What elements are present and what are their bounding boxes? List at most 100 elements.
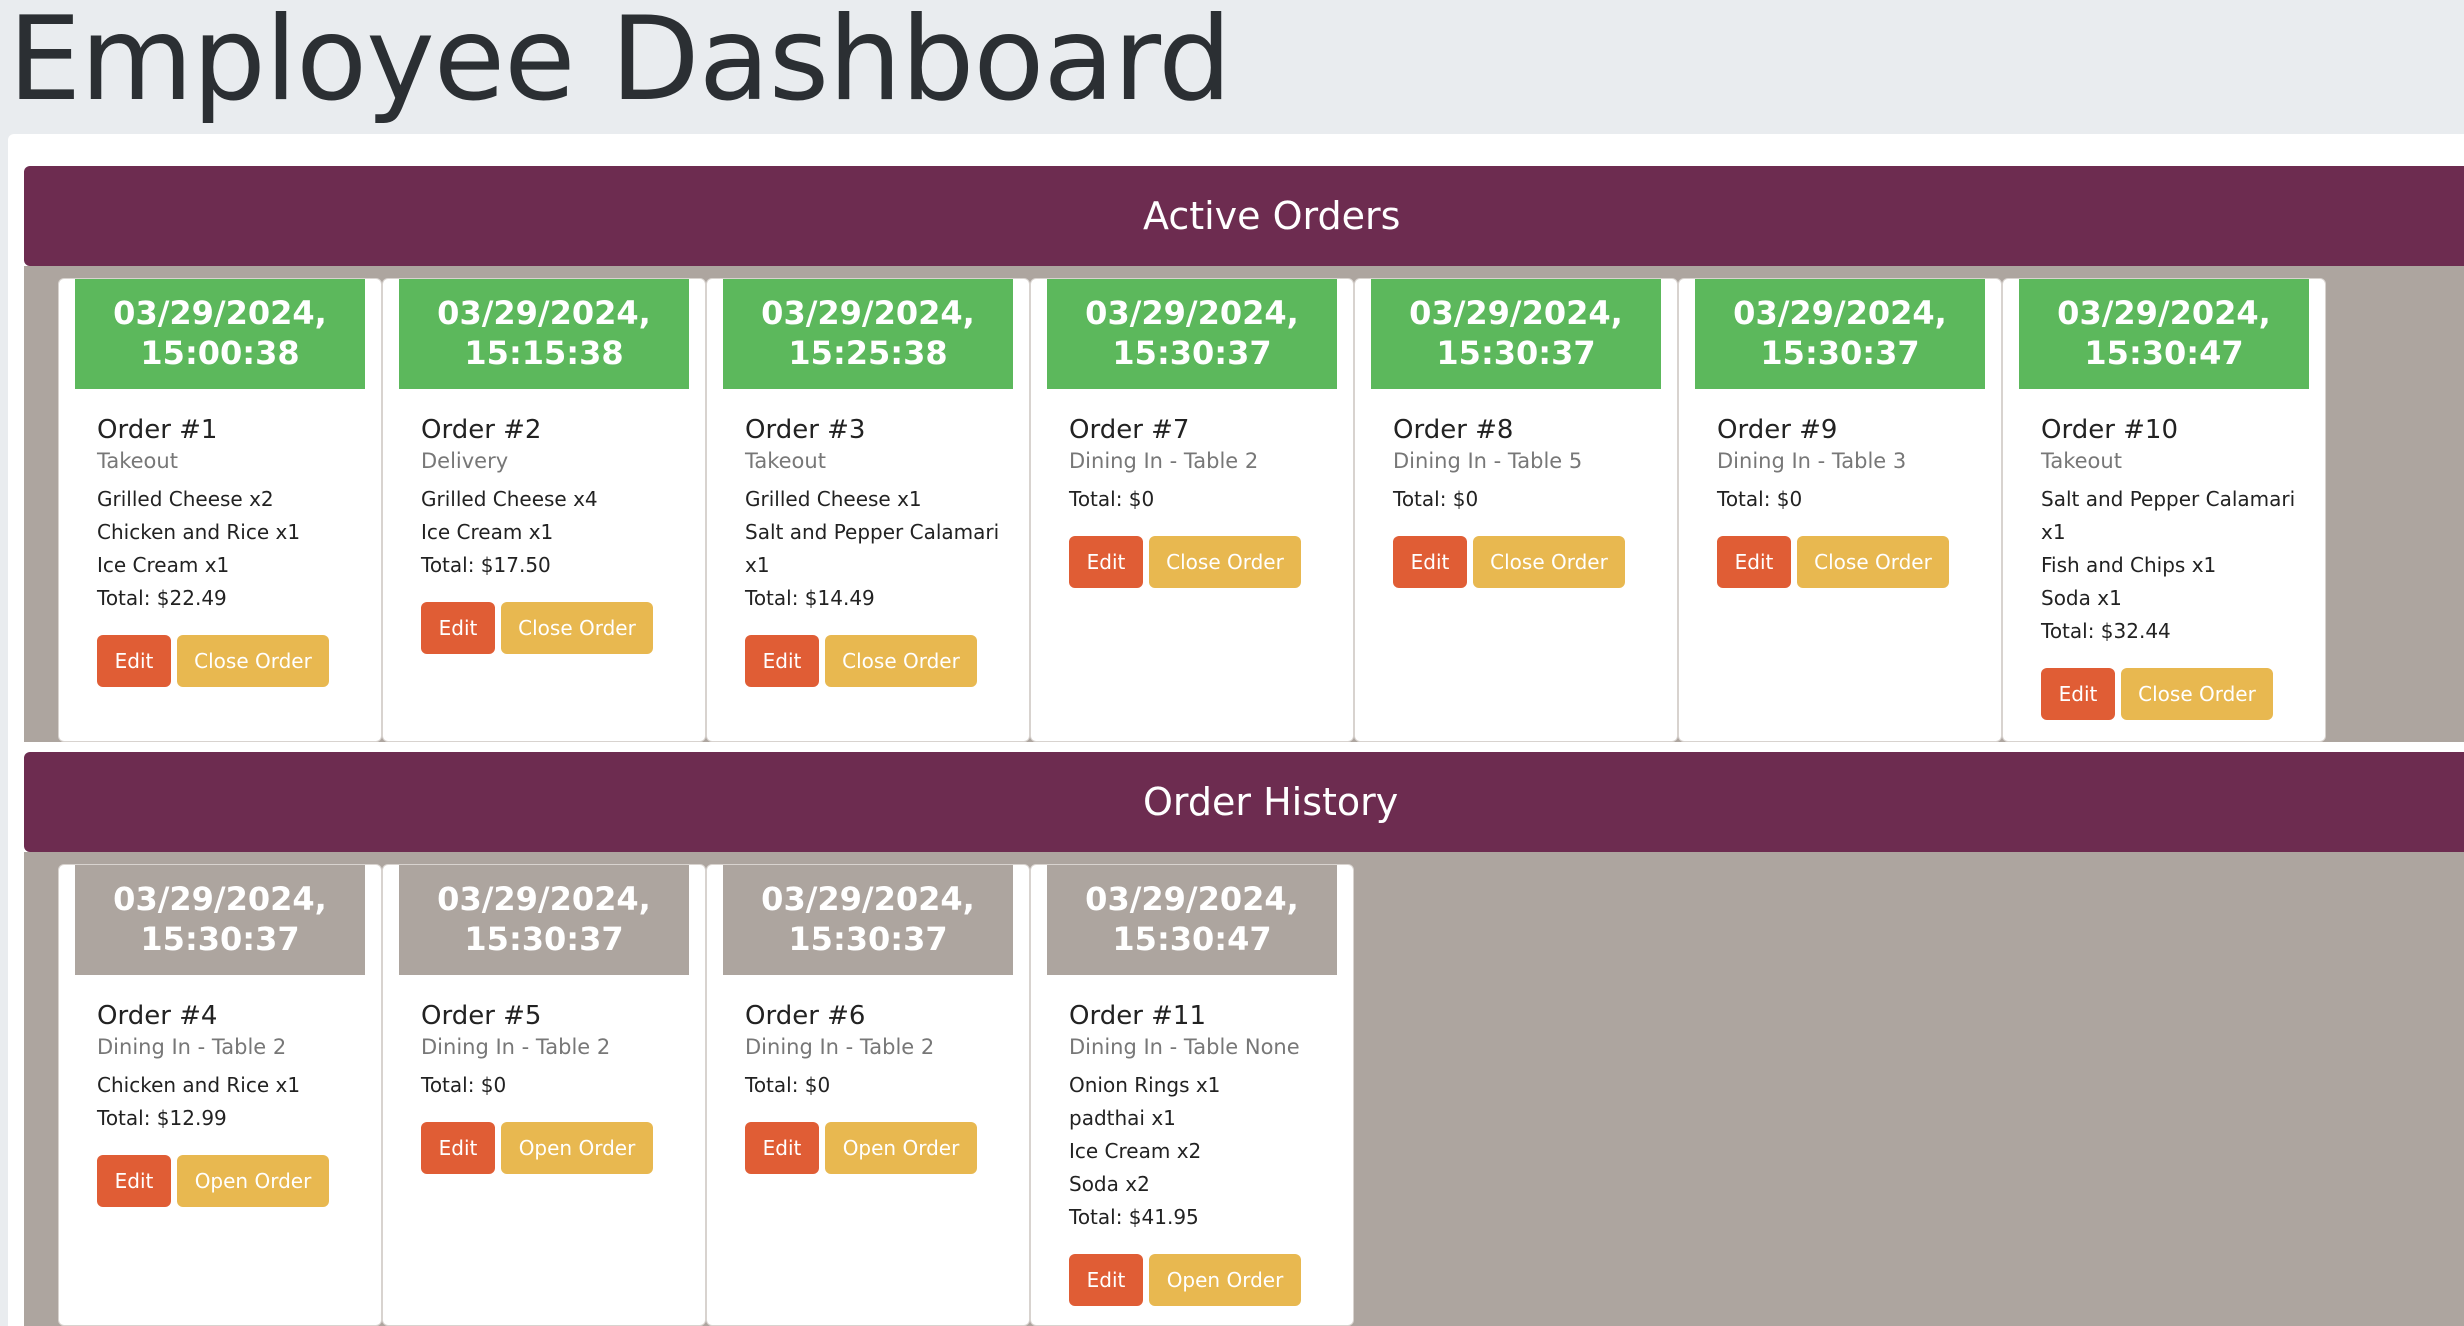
close-order-button[interactable]: Close Order xyxy=(2121,668,2273,720)
order-card-body: Order #6 Dining In - Table 2 Total: $0 Edit… xyxy=(745,999,1019,1174)
edit-button[interactable]: Edit xyxy=(1069,1254,1143,1306)
order-number: Order #4 xyxy=(97,1001,218,1031)
close-order-button[interactable]: Close Order xyxy=(177,635,329,687)
order-number: Order #1 xyxy=(97,415,218,445)
page-title: Employee Dashboard xyxy=(8,0,1232,127)
order-actions: Edit Close Order xyxy=(97,635,371,687)
order-date: 03/29/2024, xyxy=(761,880,975,918)
order-item: Salt and Pepper Calamari xyxy=(745,520,1000,544)
order-type: Dining In - Table 2 xyxy=(97,1035,287,1059)
order-time: 15:25:38 xyxy=(788,334,948,372)
order-type: Dining In - Table 5 xyxy=(1393,449,1583,473)
order-total: Total: $32.44 xyxy=(2041,619,2171,643)
order-items: Total: $0 xyxy=(1393,483,1667,516)
edit-button[interactable]: Edit xyxy=(97,635,171,687)
order-item: padthai x1 xyxy=(1069,1106,1176,1130)
order-item: Chicken and Rice x1 xyxy=(97,520,301,544)
order-number: Order #3 xyxy=(745,415,866,445)
order-time: 15:30:37 xyxy=(1760,334,1920,372)
order-items: Grilled Cheese x2 Chicken and Rice x1 Ice … xyxy=(97,483,371,615)
active-orders-header: Active Orders xyxy=(24,166,2464,266)
order-time: 15:00:38 xyxy=(140,334,300,372)
edit-button[interactable]: Edit xyxy=(421,602,495,654)
open-order-button[interactable]: Open Order xyxy=(501,1122,653,1174)
order-type: Takeout xyxy=(2041,449,2122,473)
order-time: 15:30:47 xyxy=(2084,334,2244,372)
order-date: 03/29/2024, xyxy=(113,294,327,332)
order-time: 15:30:37 xyxy=(1436,334,1596,372)
edit-button[interactable]: Edit xyxy=(1393,536,1467,588)
open-order-button[interactable]: Open Order xyxy=(177,1155,329,1207)
order-item: Grilled Cheese x4 xyxy=(421,487,598,511)
order-timestamp: 03/29/2024, 15:30:47 xyxy=(2019,279,2309,389)
order-card: 03/29/2024, 15:30:47 Order #11 Dining In - … xyxy=(1030,864,1354,1326)
order-item: Fish and Chips x1 xyxy=(2041,553,2217,577)
edit-button[interactable]: Edit xyxy=(2041,668,2115,720)
edit-button[interactable]: Edit xyxy=(1717,536,1791,588)
edit-button[interactable]: Edit xyxy=(97,1155,171,1207)
order-card: 03/29/2024, 15:15:38 Order #2 Delivery Grill… xyxy=(382,278,706,742)
order-items: Total: $0 xyxy=(421,1069,695,1102)
order-number: Order #2 xyxy=(421,415,542,445)
order-type: Takeout xyxy=(97,449,178,473)
order-item: Soda x1 xyxy=(2041,586,2122,610)
order-time: 15:30:37 xyxy=(1112,334,1272,372)
active-orders-title: Active Orders xyxy=(1143,194,1401,238)
order-date: 03/29/2024, xyxy=(437,294,651,332)
order-total: Total: $41.95 xyxy=(1069,1205,1199,1229)
order-timestamp: 03/29/2024, 15:30:37 xyxy=(1371,279,1661,389)
order-date: 03/29/2024, xyxy=(113,880,327,918)
order-item: Ice Cream x2 xyxy=(1069,1139,1202,1163)
order-card-body: Order #4 Dining In - Table 2 Chicken and R… xyxy=(97,999,371,1207)
order-card-body: Order #7 Dining In - Table 2 Total: $0 Edit… xyxy=(1069,413,1343,588)
order-date: 03/29/2024, xyxy=(761,294,975,332)
order-items: Total: $0 xyxy=(745,1069,1019,1102)
edit-button[interactable]: Edit xyxy=(745,635,819,687)
order-total: Total: $0 xyxy=(745,1073,831,1097)
order-date: 03/29/2024, xyxy=(2057,294,2271,332)
order-card: 03/29/2024, 15:00:38 Order #1 Takeout Grille… xyxy=(58,278,382,742)
edit-button[interactable]: Edit xyxy=(421,1122,495,1174)
order-card-body: Order #11 Dining In - Table None Onion Rin… xyxy=(1069,999,1343,1306)
order-timestamp: 03/29/2024, 15:30:47 xyxy=(1047,865,1337,975)
order-time: 15:30:37 xyxy=(140,920,300,958)
order-actions: Edit Close Order xyxy=(1717,536,1991,588)
close-order-button[interactable]: Close Order xyxy=(501,602,653,654)
order-timestamp: 03/29/2024, 15:30:37 xyxy=(399,865,689,975)
order-history-header: Order History xyxy=(24,752,2464,852)
order-total: Total: $17.50 xyxy=(421,553,551,577)
order-type: Dining In - Table 2 xyxy=(1069,449,1259,473)
order-history-list: 03/29/2024, 15:30:37 Order #4 Dining In - T… xyxy=(58,864,1354,1326)
edit-button[interactable]: Edit xyxy=(745,1122,819,1174)
order-items: Onion Rings x1 padthai x1 Ice Cream x2 Soda… xyxy=(1069,1069,1343,1234)
order-number: Order #7 xyxy=(1069,415,1190,445)
order-item: Salt and Pepper Calamari xyxy=(2041,487,2296,511)
order-item: x1 xyxy=(2041,520,2066,544)
edit-button[interactable]: Edit xyxy=(1069,536,1143,588)
order-timestamp: 03/29/2024, 15:30:37 xyxy=(1047,279,1337,389)
order-card: 03/29/2024, 15:30:37 Order #6 Dining In - T… xyxy=(706,864,1030,1326)
close-order-button[interactable]: Close Order xyxy=(825,635,977,687)
order-total: Total: $12.99 xyxy=(97,1106,227,1130)
order-time: 15:15:38 xyxy=(464,334,624,372)
order-actions: Edit Open Order xyxy=(97,1155,371,1207)
order-timestamp: 03/29/2024, 15:15:38 xyxy=(399,279,689,389)
order-total: Total: $0 xyxy=(1069,487,1155,511)
order-actions: Edit Close Order xyxy=(421,602,695,654)
order-time: 15:30:37 xyxy=(464,920,624,958)
order-number: Order #8 xyxy=(1393,415,1514,445)
order-items: Total: $0 xyxy=(1717,483,1991,516)
order-type: Dining In - Table 2 xyxy=(421,1035,611,1059)
open-order-button[interactable]: Open Order xyxy=(1149,1254,1301,1306)
close-order-button[interactable]: Close Order xyxy=(1149,536,1301,588)
open-order-button[interactable]: Open Order xyxy=(825,1122,977,1174)
order-card-body: Order #5 Dining In - Table 2 Total: $0 Edit… xyxy=(421,999,695,1174)
order-total: Total: $22.49 xyxy=(97,586,227,610)
order-card-body: Order #10 Takeout Salt and Pepper Calamari… xyxy=(2041,413,2315,720)
close-order-button[interactable]: Close Order xyxy=(1797,536,1949,588)
order-time: 15:30:47 xyxy=(1112,920,1272,958)
close-order-button[interactable]: Close Order xyxy=(1473,536,1625,588)
order-total: Total: $0 xyxy=(1717,487,1803,511)
order-number: Order #9 xyxy=(1717,415,1838,445)
order-type: Dining In - Table None xyxy=(1069,1035,1300,1059)
